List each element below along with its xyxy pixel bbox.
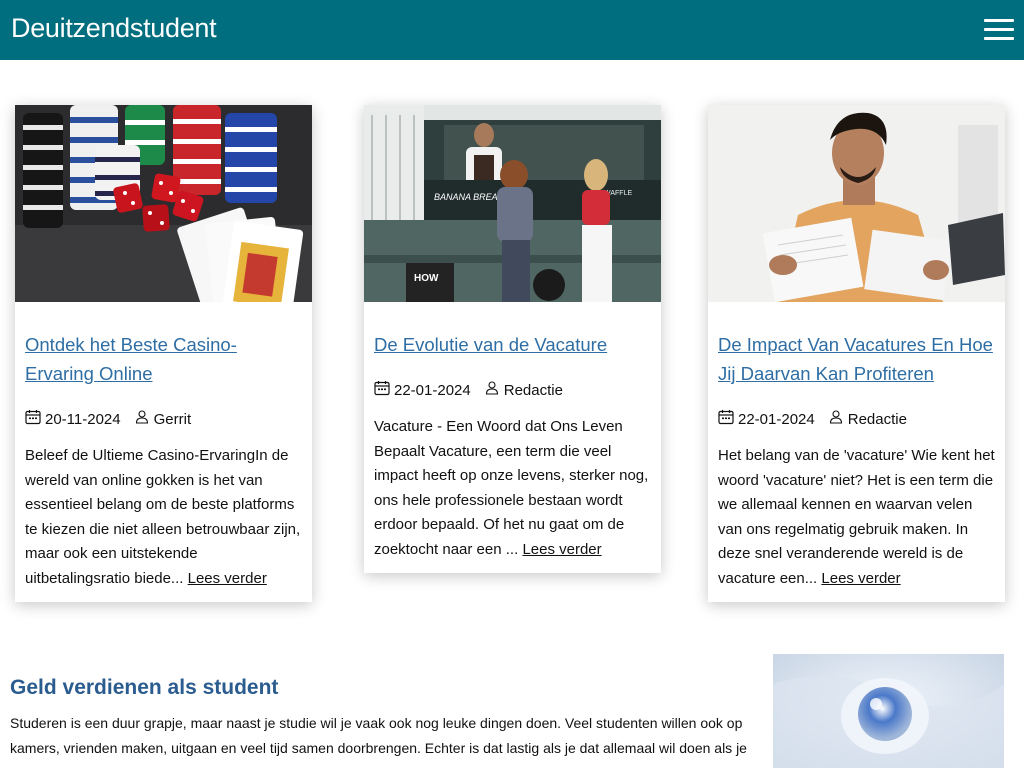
user-icon <box>134 409 150 425</box>
hamburger-icon[interactable] <box>984 19 1014 40</box>
post-author: Redactie <box>503 381 563 399</box>
post-card: Ontdek het Beste Casino-Ervaring Online … <box>15 105 312 602</box>
post-meta: 22-01-2024 Redactie <box>374 380 651 400</box>
post-excerpt-text: Het belang van de 'vacature' Wie kent he… <box>718 447 995 587</box>
svg-text:HOW: HOW <box>414 273 439 284</box>
intro-heading: Geld verdienen als student <box>10 676 279 699</box>
casino-chips-dice-cards-photo[interactable] <box>15 105 312 302</box>
post-excerpt-text: Vacature - Een Woord dat Ons Leven Bepaa… <box>374 418 649 558</box>
hamburger-bar <box>984 19 1014 22</box>
post-meta: 22-01-2024 Redactie <box>718 409 995 429</box>
hamburger-bar <box>984 28 1014 31</box>
post-author: Gerrit <box>153 410 192 428</box>
post-card: BANANA BREAD WAFFLE HOW De Evolutie van … <box>364 105 661 573</box>
read-more-link[interactable]: Lees verder <box>821 570 900 587</box>
man-reading-papers-photo[interactable] <box>708 105 1005 302</box>
post-excerpt-text: Beleef de Ultieme Casino-ErvaringIn de w… <box>25 447 301 587</box>
hamburger-bar <box>984 37 1014 40</box>
post-author: Redactie <box>847 410 907 428</box>
calendar-icon <box>718 409 734 425</box>
post-date: 22-01-2024 <box>738 410 815 428</box>
post-date: 20-11-2024 <box>45 410 121 428</box>
post-title-link[interactable]: Ontdek het Beste Casino-Ervaring Online <box>25 330 302 388</box>
post-meta: 20-11-2024 Gerrit <box>25 409 302 429</box>
intro-text: Studeren is een duur grapje, maar naast … <box>10 715 747 768</box>
calendar-icon <box>25 409 41 425</box>
post-title-link[interactable]: De Impact Van Vacatures En Hoe Jij Daarv… <box>718 330 995 388</box>
crystal-ball-photo <box>773 654 1004 768</box>
read-more-link[interactable]: Lees verder <box>522 541 601 558</box>
post-excerpt: Vacature - Een Woord dat Ons Leven Bepaa… <box>374 415 651 562</box>
read-more-link[interactable]: Lees verder <box>188 570 267 587</box>
post-excerpt: Het belang van de 'vacature' Wie kent he… <box>718 444 995 591</box>
svg-text:BANANA BREAD: BANANA BREAD <box>434 192 505 202</box>
site-header: Deuitzendstudent <box>0 0 1024 60</box>
user-icon <box>828 409 844 425</box>
intro-section: Geld verdienen als student Studeren is e… <box>10 675 765 768</box>
post-card-body: De Evolutie van de Vacature 22-01-2024 R… <box>364 302 661 573</box>
post-excerpt: Beleef de Ultieme Casino-ErvaringIn de w… <box>25 444 302 591</box>
food-truck-photo[interactable]: BANANA BREAD WAFFLE HOW <box>364 105 661 302</box>
post-date: 22-01-2024 <box>394 381 471 399</box>
calendar-icon <box>374 380 390 396</box>
post-card: De Impact Van Vacatures En Hoe Jij Daarv… <box>708 105 1005 602</box>
site-title[interactable]: Deuitzendstudent <box>11 13 217 44</box>
user-icon <box>484 380 500 396</box>
post-title-link[interactable]: De Evolutie van de Vacature <box>374 330 651 359</box>
post-card-body: Ontdek het Beste Casino-Ervaring Online … <box>15 302 312 602</box>
post-card-body: De Impact Van Vacatures En Hoe Jij Daarv… <box>708 302 1005 602</box>
